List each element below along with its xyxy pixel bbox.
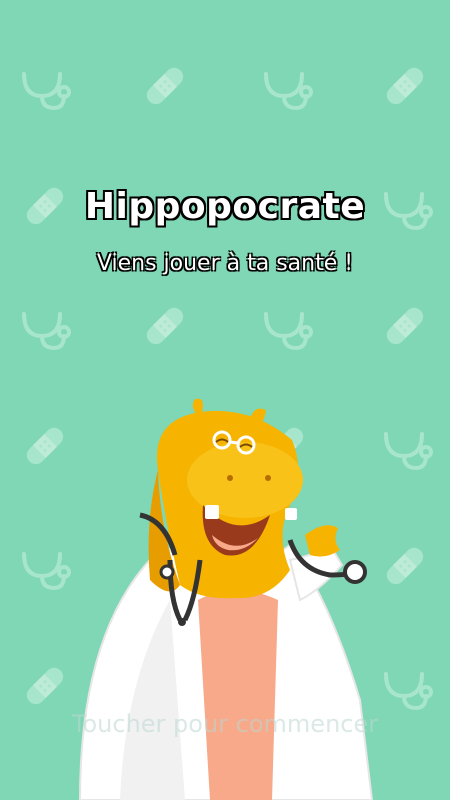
- game-title: Hippopocrate: [84, 185, 366, 228]
- start-prompt[interactable]: Toucher pour commencer: [0, 710, 450, 738]
- game-subtitle: Viens jouer à ta santé !: [96, 251, 354, 276]
- title-screen[interactable]: Hippopocrate Viens jouer à ta santé ! To…: [0, 0, 450, 800]
